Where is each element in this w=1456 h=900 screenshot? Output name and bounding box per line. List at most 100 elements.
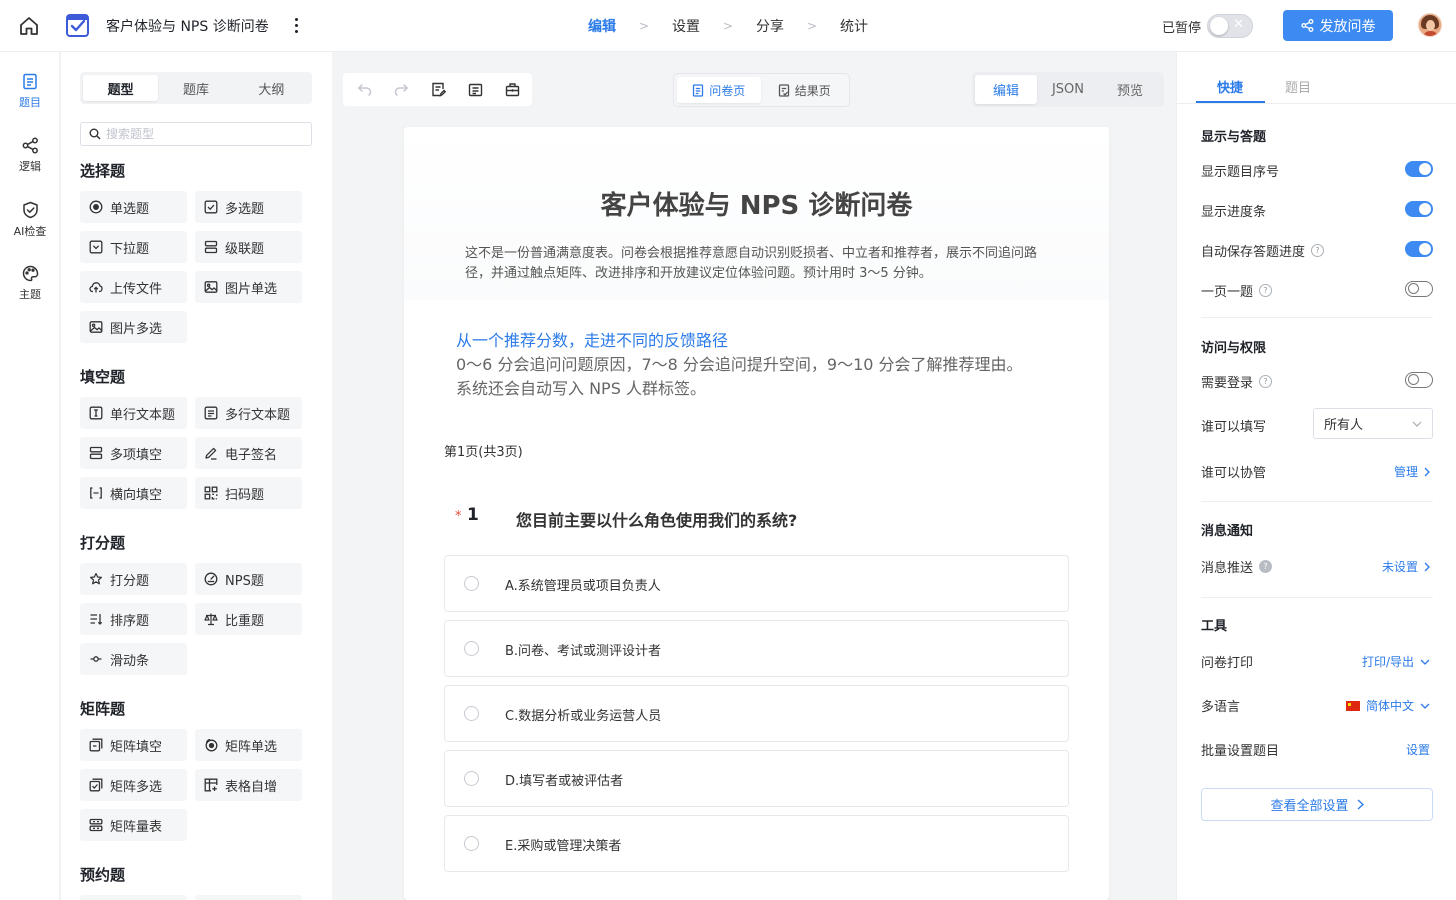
toolbox-icon[interactable] [501,79,523,101]
redo-icon[interactable] [390,79,412,101]
qtype-slider[interactable]: 滑动条 [80,643,187,675]
toggle-autosave[interactable] [1405,241,1433,257]
more-options-icon[interactable] [290,14,302,36]
intro-title[interactable]: 从一个推荐分数，走进不同的反馈路径 [456,327,728,351]
option-item[interactable]: C.数据分析或业务运营人员 [444,685,1069,742]
radio-button[interactable] [464,641,479,656]
qtype-multi-line-text[interactable]: 多行文本题 [195,397,302,429]
chevron-down-icon [1420,659,1430,665]
language-select[interactable]: 简体中文 [1345,697,1430,714]
qtype-cascade[interactable]: 级联题 [195,231,302,263]
qtype-inline-blank[interactable]: 横向填空 [80,477,187,509]
page-type-tabs: 问卷页 结果页 [673,73,850,107]
qtype-multi-blank[interactable]: 多项填空 [80,437,187,469]
toggle-show-number[interactable] [1405,161,1433,177]
tab-result-page[interactable]: 结果页 [763,77,847,103]
qtype-matrix-multi[interactable]: 矩阵多选 [80,769,187,801]
tab-survey-page[interactable]: 问卷页 [677,77,761,103]
intro-line[interactable]: 系统还会自动写入 NPS 人群标签。 [456,375,706,399]
qtype-single-choice[interactable]: 单选题 [80,191,187,223]
qtype-matrix-scale[interactable]: 矩阵量表 [80,809,187,841]
radio-button[interactable] [464,771,479,786]
setting-label: 消息推送? [1201,557,1273,576]
document-icon [693,83,704,97]
paused-label: 已暂停 [1162,21,1202,36]
option-item[interactable]: B.问卷、考试或测评设计者 [444,620,1069,677]
help-icon[interactable]: ? [1259,284,1273,297]
tab-question-types[interactable]: 题型 [83,75,159,101]
intro-line[interactable]: 0～6 分会追问问题原因，7～8 分会追问提升空间，9～10 分会了解推荐理由。 [456,351,1023,375]
left-rail: 题目 逻辑 AI检查 主题 [0,52,60,900]
step-stats[interactable]: 统计 [840,16,868,36]
qtype-multi-choice[interactable]: 多选题 [195,191,302,223]
step-share[interactable]: 分享 [756,16,784,36]
qtype-scan-code[interactable]: 扫码题 [195,477,302,509]
qtype-matrix-fill[interactable]: 矩阵填空 [80,729,187,761]
radio-button[interactable] [464,706,479,721]
radio-button[interactable] [464,836,479,851]
edit-document-icon[interactable] [427,79,449,101]
qtype-ranking[interactable]: 排序题 [80,603,187,635]
tab-question-bank[interactable]: 题库 [158,75,233,101]
layout-icon[interactable] [464,79,486,101]
rail-item-questions[interactable]: 题目 [0,73,60,110]
qtype-single-line-text[interactable]: 单行文本题 [80,397,187,429]
question-text[interactable]: 您目前主要以什么角色使用我们的系统? [516,507,797,531]
option-item[interactable]: E.采购或管理决策者 [444,815,1069,872]
qtype-upload-file[interactable]: 上传文件 [80,271,187,303]
rail-item-logic[interactable]: 逻辑 [0,137,60,174]
qtype-rating[interactable]: 打分题 [80,563,187,595]
avatar[interactable] [1418,13,1442,37]
help-icon[interactable]: ? [1259,560,1273,573]
tab-mode-preview[interactable]: 预览 [1099,75,1161,104]
tab-mode-edit[interactable]: 编辑 [975,75,1037,104]
chevron-right-icon: > [722,19,734,33]
toggle-show-progress[interactable] [1405,201,1433,217]
setting-label: 需要登录? [1201,372,1273,391]
search-input[interactable] [106,127,306,141]
undo-icon[interactable] [353,79,375,101]
qtype-label: 扫码题 [225,487,265,503]
qtype-matrix-single[interactable]: 矩阵单选 [195,729,302,761]
option-label: A.系统管理员或项目负责人 [505,579,661,594]
tab-outline[interactable]: 大纲 [234,75,309,101]
survey-title[interactable]: 客户体验与 NPS 诊断问卷 [404,185,1109,222]
option-item[interactable]: A.系统管理员或项目负责人 [444,555,1069,612]
qtype-nps[interactable]: NPS题 [195,563,302,595]
qtype-booking-partial[interactable] [195,895,302,900]
toggle-require-login[interactable] [1405,372,1433,388]
who-can-fill-select[interactable]: 所有人 [1313,408,1433,439]
document-icon [22,73,38,90]
image-icon [89,321,103,333]
print-export-link[interactable]: 打印/导出 [1362,653,1430,670]
qtype-booking-partial[interactable] [80,895,187,900]
tab-mode-json[interactable]: JSON [1037,75,1099,104]
radio-button[interactable] [464,576,479,591]
tab-quick[interactable]: 快捷 [1217,77,1243,96]
publish-button[interactable]: 发放问卷 [1283,10,1393,41]
qtype-dropdown[interactable]: 下拉题 [80,231,187,263]
qtype-image-multi[interactable]: 图片多选 [80,311,187,343]
rail-item-ai-check[interactable]: AI检查 [0,201,60,239]
qtype-e-signature[interactable]: 电子签名 [195,437,302,469]
qtype-image-single[interactable]: 图片单选 [195,271,302,303]
batch-settings-link[interactable]: 设置 [1406,741,1430,758]
qtype-weight[interactable]: 比重题 [195,603,302,635]
step-edit[interactable]: 编辑 [588,16,616,36]
tab-label: 结果页 [794,83,831,98]
push-settings-link[interactable]: 未设置 [1382,558,1430,575]
step-settings[interactable]: 设置 [672,16,700,36]
publish-status-toggle[interactable]: ✕ [1207,14,1253,38]
help-icon[interactable]: ? [1259,375,1273,388]
toggle-one-per-page[interactable] [1405,281,1433,297]
help-icon[interactable]: ? [1311,244,1325,257]
home-icon[interactable] [16,13,42,39]
option-item[interactable]: D.填写者或被评估者 [444,750,1069,807]
survey-description[interactable]: 这不是一份普通满意度表。问卷会根据推荐意愿自动识别贬损者、中立者和推荐者，展示不… [465,244,1055,284]
view-all-settings-button[interactable]: 查看全部设置 [1201,788,1433,821]
tab-question[interactable]: 题目 [1285,77,1311,96]
document-title[interactable]: 客户体验与 NPS 诊断问卷 [106,16,269,36]
manage-link[interactable]: 管理 [1394,463,1430,480]
qtype-table-auto[interactable]: 表格自增 [195,769,302,801]
rail-item-theme[interactable]: 主题 [0,265,60,302]
